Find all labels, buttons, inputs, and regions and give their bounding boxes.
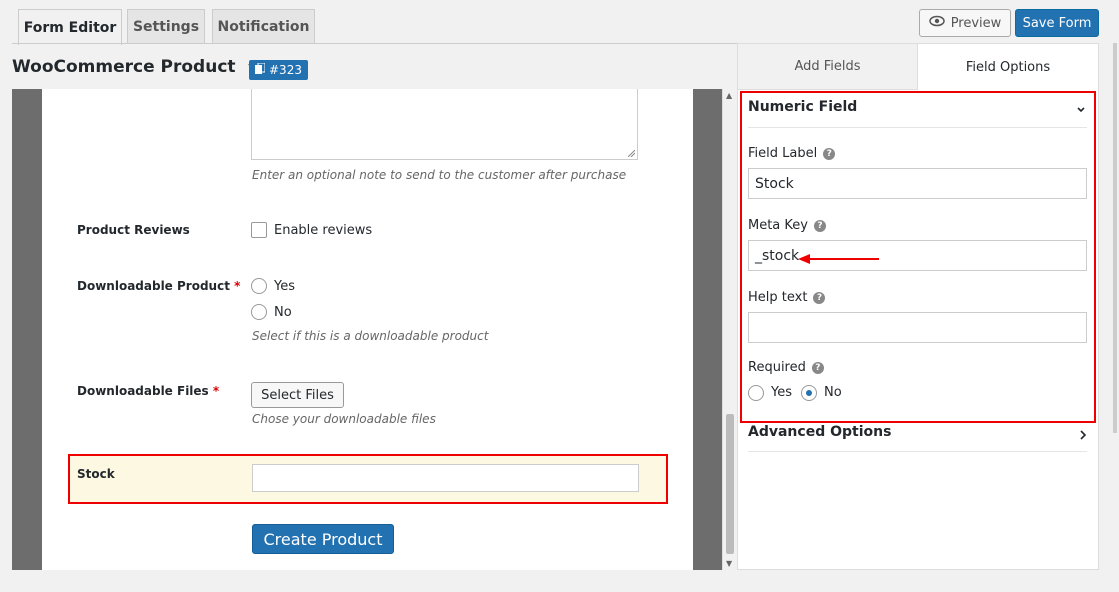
help-icon: ? (813, 291, 826, 304)
downloadable-help-text: Select if this is a downloadable product (252, 329, 489, 343)
scroll-up-icon[interactable]: ▲ (726, 91, 732, 100)
panel-scrollbar[interactable] (1099, 43, 1119, 570)
downloadable-yes-label: Yes (274, 279, 295, 294)
required-no-radio[interactable] (801, 385, 817, 401)
files-help-text: Chose your downloadable files (252, 412, 436, 426)
stock-label: Stock (77, 467, 115, 481)
tab-add-fields[interactable]: Add Fields (738, 44, 918, 90)
form-preview-canvas: Enter an optional note to send to the cu… (42, 89, 693, 570)
numeric-field-title[interactable]: Numeric Field (748, 99, 857, 115)
form-id-badge[interactable]: #323 (249, 60, 308, 80)
scroll-down-icon[interactable]: ▼ (726, 559, 732, 568)
scrollbar-thumb[interactable] (726, 414, 734, 554)
help-icon: ? (823, 147, 836, 160)
required-yes-radio[interactable] (748, 385, 764, 401)
form-title: WooCommerce Product (12, 57, 236, 77)
downloadable-yes-radio[interactable] (251, 278, 267, 294)
required-no-label: No (824, 385, 842, 400)
eye-icon (928, 15, 945, 31)
form-title-selector[interactable]: WooCommerce Product (12, 57, 262, 77)
stock-input[interactable] (252, 464, 639, 492)
section-divider (748, 127, 1087, 128)
purchase-note-textarea[interactable] (251, 89, 638, 160)
chevron-right-icon[interactable] (1079, 426, 1087, 445)
copy-icon (255, 62, 266, 78)
help-text-label: Help text? (748, 290, 826, 305)
help-icon: ? (811, 361, 824, 374)
product-reviews-label: Product Reviews (77, 223, 190, 237)
enable-reviews-label: Enable reviews (274, 223, 373, 238)
chevron-up-icon[interactable] (1076, 99, 1086, 118)
downloadable-product-label: Downloadable Product * (77, 279, 241, 293)
create-product-button[interactable]: Create Product (252, 524, 394, 554)
note-help-text: Enter an optional note to send to the cu… (252, 168, 627, 182)
field-label-input[interactable]: Stock (748, 168, 1087, 199)
advanced-options-title[interactable]: Advanced Options (748, 424, 891, 440)
enable-reviews-checkbox[interactable] (251, 222, 267, 238)
canvas-scrollbar[interactable]: ▲ ▼ (722, 89, 736, 570)
downloadable-no-radio[interactable] (251, 304, 267, 320)
arrow-left-icon (798, 250, 880, 269)
preview-button[interactable]: Preview (919, 9, 1011, 37)
tab-settings[interactable]: Settings (127, 9, 205, 44)
help-text-input[interactable] (748, 312, 1087, 343)
help-icon: ? (813, 219, 826, 232)
preview-label: Preview (950, 15, 1002, 31)
required-yes-label: Yes (771, 385, 792, 400)
advanced-divider (748, 451, 1087, 452)
tab-form-editor[interactable]: Form Editor (18, 9, 122, 45)
tab-field-options[interactable]: Field Options (918, 44, 1098, 90)
downloadable-files-label: Downloadable Files * (77, 384, 220, 398)
select-files-button[interactable]: Select Files (251, 382, 344, 408)
field-label-label: Field Label? (748, 146, 836, 161)
form-id: #323 (269, 63, 302, 77)
downloadable-no-label: No (274, 305, 292, 320)
required-label: Required? (748, 360, 824, 375)
meta-key-label: Meta Key? (748, 218, 826, 233)
tab-notification[interactable]: Notification (212, 9, 315, 44)
resize-handle-icon (628, 150, 635, 157)
save-form-button[interactable]: Save Form (1015, 9, 1099, 37)
panel-scrollbar-thumb[interactable] (1113, 43, 1117, 433)
